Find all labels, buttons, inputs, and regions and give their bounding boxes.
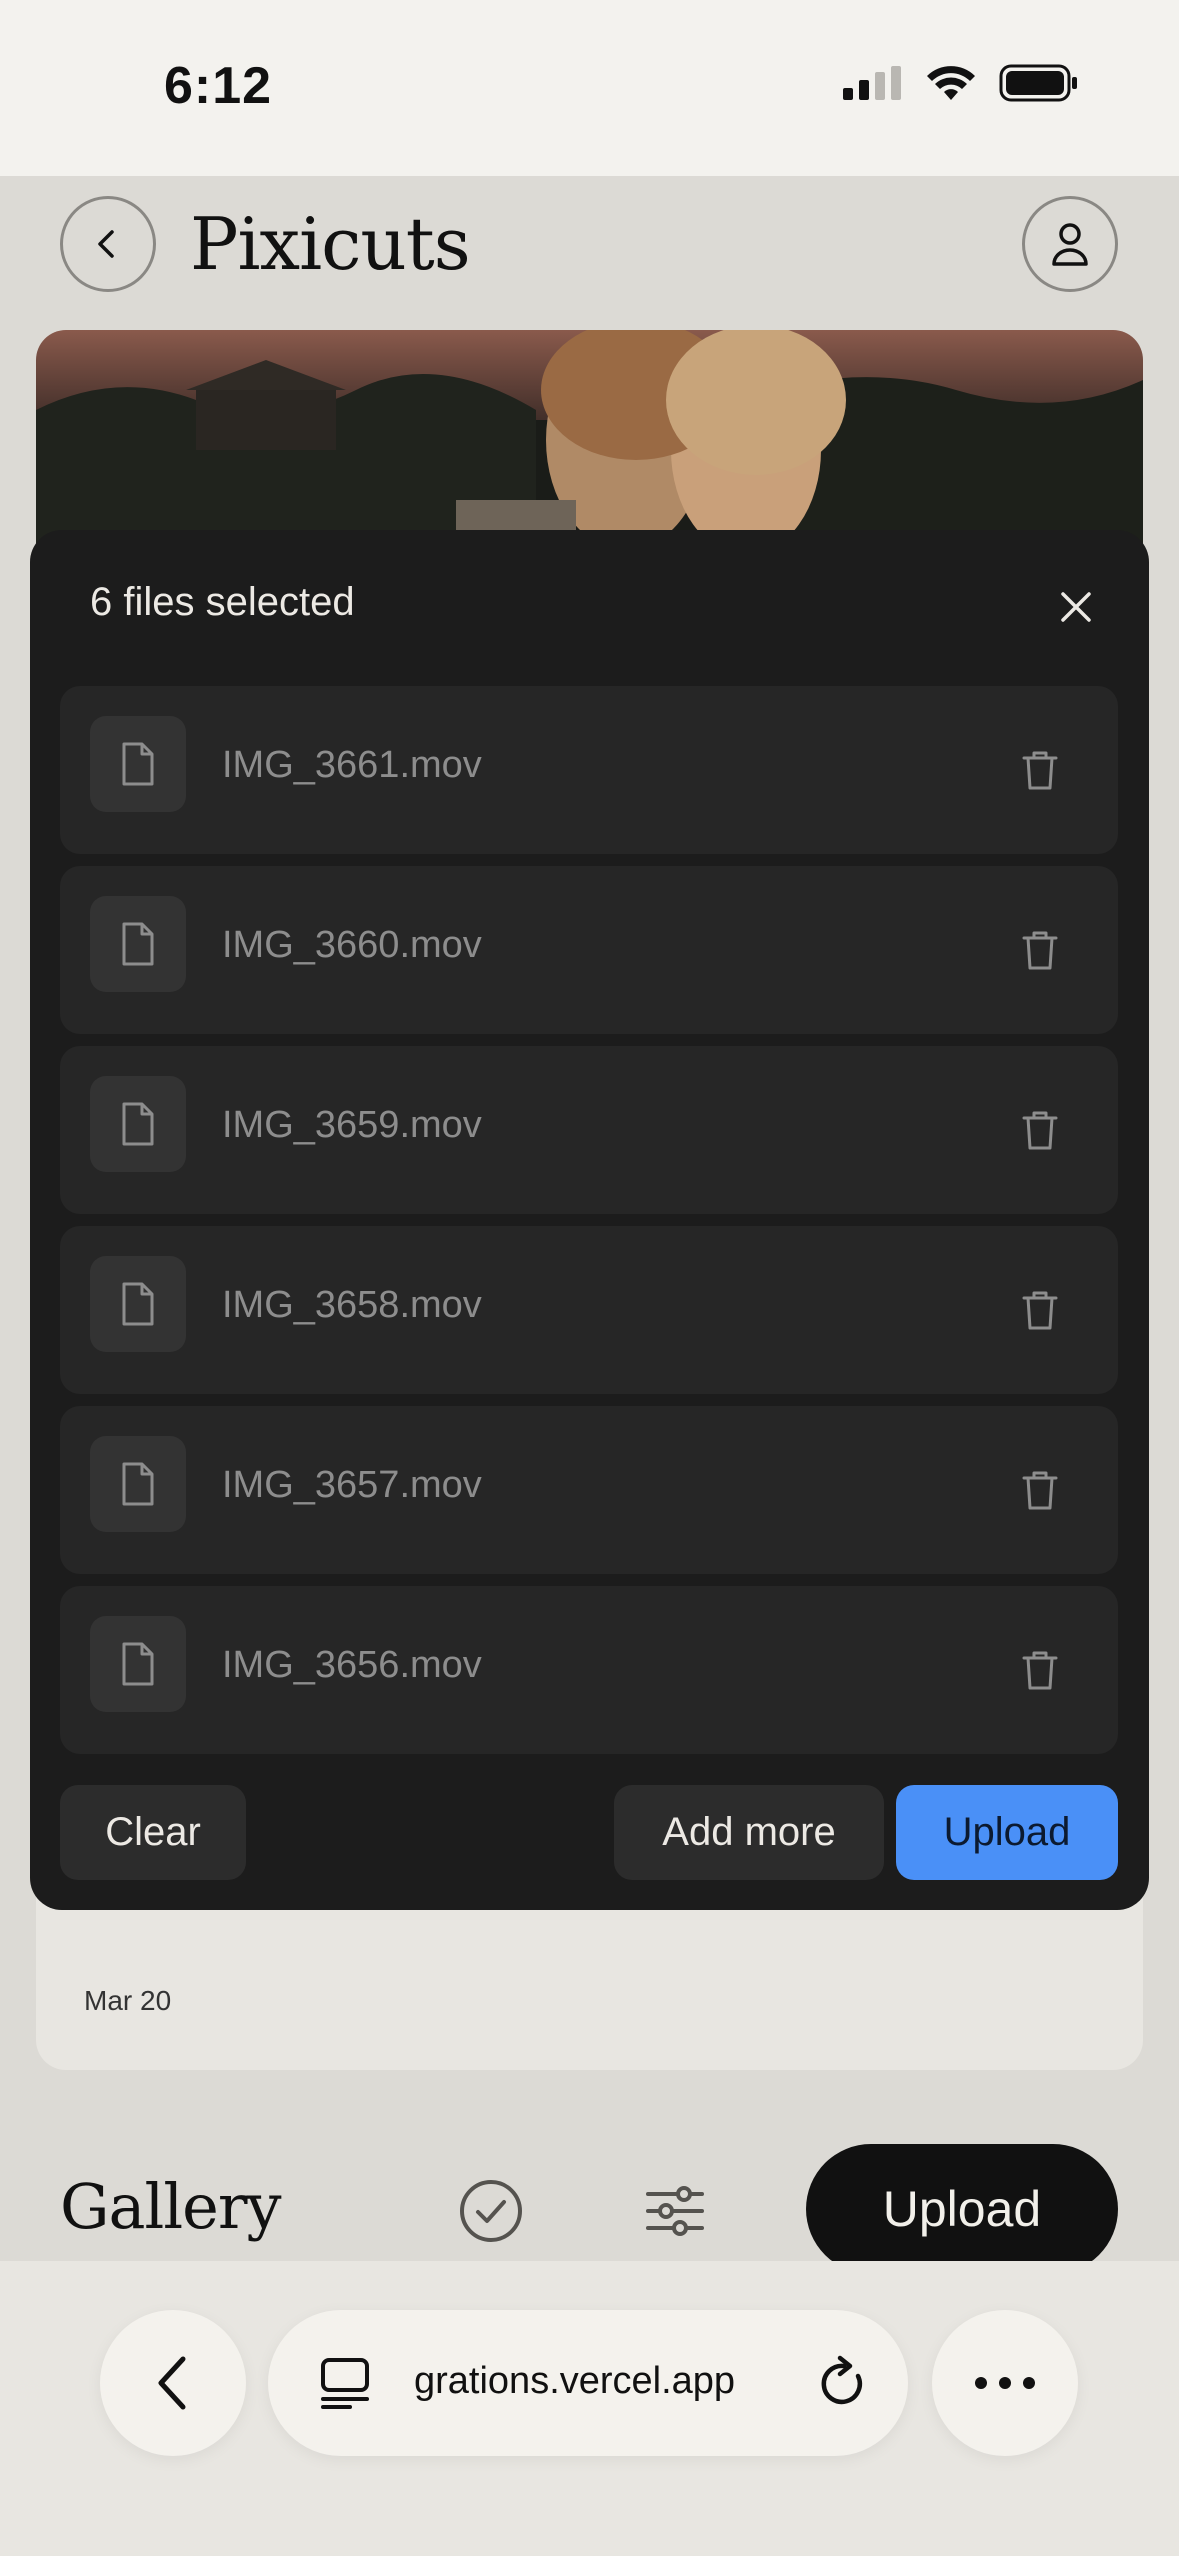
check-circle-icon (460, 2180, 522, 2242)
file-icon (122, 1102, 154, 1146)
filter-button[interactable] (640, 2176, 710, 2246)
trash-icon (1022, 931, 1058, 970)
trash-icon (1022, 1291, 1058, 1330)
delete-file-button[interactable] (1014, 1104, 1066, 1156)
clear-button[interactable]: Clear (60, 1785, 246, 1880)
delete-file-button[interactable] (1014, 744, 1066, 796)
app-header: Pixicuts (0, 176, 1179, 326)
gallery-title: Gallery (60, 2170, 282, 2243)
file-thumbnail (90, 1616, 186, 1712)
add-more-button[interactable]: Add more (614, 1785, 884, 1880)
file-icon (122, 742, 154, 786)
file-name: IMG_3660.mov (222, 924, 482, 966)
file-name: IMG_3658.mov (222, 1284, 482, 1326)
cellular-signal-icon (843, 66, 901, 100)
card-date: Mar 20 (84, 1985, 172, 2016)
trash-icon (1022, 1471, 1058, 1510)
upload-button[interactable]: Upload (896, 1785, 1118, 1880)
browser-back-button[interactable] (100, 2310, 246, 2456)
profile-button[interactable] (1022, 196, 1118, 292)
reload-icon[interactable] (814, 2354, 870, 2412)
file-thumbnail (90, 1256, 186, 1352)
app-title: Pixicuts (190, 202, 471, 286)
trash-icon (1022, 751, 1058, 790)
select-button[interactable] (456, 2176, 526, 2246)
upload-modal: 6 files selected IMG_3661.mov IMG_3660.mo… (30, 530, 1149, 1910)
file-name: IMG_3656.mov (222, 1644, 482, 1686)
tab-overview-icon (321, 2358, 369, 2409)
file-thumbnail (90, 896, 186, 992)
status-bar: 6:12 (0, 0, 1179, 176)
file-thumbnail (90, 1076, 186, 1172)
close-icon (1061, 592, 1091, 622)
file-icon (122, 922, 154, 966)
url-bar[interactable]: grations.vercel.app (268, 2310, 908, 2456)
file-icon (122, 1282, 154, 1326)
file-row: IMG_3656.mov (60, 1586, 1118, 1754)
file-row: IMG_3660.mov (60, 866, 1118, 1034)
back-button[interactable] (60, 196, 156, 292)
chevron-left-icon (98, 230, 114, 258)
file-row: IMG_3661.mov (60, 686, 1118, 854)
chevron-left-icon (158, 2356, 186, 2410)
file-icon (122, 1642, 154, 1686)
file-name: IMG_3661.mov (222, 744, 482, 786)
status-icons (843, 64, 1079, 102)
file-icon (122, 1462, 154, 1506)
delete-file-button[interactable] (1014, 924, 1066, 976)
url-text: grations.vercel.app (414, 2360, 736, 2402)
trash-icon (1022, 1111, 1058, 1150)
delete-file-button[interactable] (1014, 1284, 1066, 1336)
status-time: 6:12 (164, 57, 273, 115)
gallery-upload-button[interactable]: Upload (806, 2144, 1118, 2274)
photo-image (36, 330, 1143, 550)
file-thumbnail (90, 716, 186, 812)
file-row: IMG_3659.mov (60, 1046, 1118, 1214)
close-button[interactable] (1051, 582, 1101, 632)
delete-file-button[interactable] (1014, 1644, 1066, 1696)
file-name: IMG_3659.mov (222, 1104, 482, 1146)
delete-file-button[interactable] (1014, 1464, 1066, 1516)
file-name: IMG_3657.mov (222, 1464, 482, 1506)
file-row: IMG_3657.mov (60, 1406, 1118, 1574)
wifi-icon (927, 66, 975, 100)
battery-icon (999, 64, 1077, 102)
more-options-button[interactable] (932, 2310, 1078, 2456)
trash-icon (1022, 1651, 1058, 1690)
modal-title: 6 files selected (90, 580, 355, 624)
file-row: IMG_3658.mov (60, 1226, 1118, 1394)
user-icon (1052, 223, 1088, 266)
file-thumbnail (90, 1436, 186, 1532)
ellipsis-icon (975, 2377, 1035, 2389)
sliders-icon (646, 2186, 704, 2236)
